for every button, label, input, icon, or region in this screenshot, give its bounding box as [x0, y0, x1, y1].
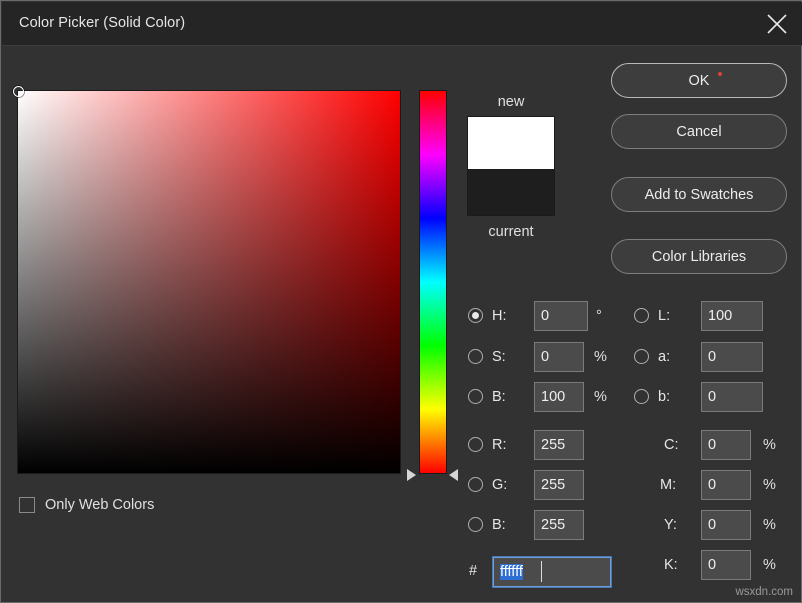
- ok-button[interactable]: OK: [611, 63, 787, 98]
- color-libraries-button[interactable]: Color Libraries: [611, 239, 787, 274]
- label-saturation: S:: [492, 349, 506, 365]
- radio-green[interactable]: [468, 477, 483, 492]
- input-brightness[interactable]: 100: [534, 382, 584, 412]
- only-web-colors-checkbox[interactable]: Only Web Colors: [19, 497, 154, 513]
- cancel-button[interactable]: Cancel: [611, 114, 787, 149]
- only-web-colors-label: Only Web Colors: [45, 497, 154, 513]
- unit-black: %: [763, 557, 776, 573]
- hex-value: ffffff: [500, 564, 523, 580]
- label-brightness: B:: [492, 389, 506, 405]
- input-yellow[interactable]: 0: [701, 510, 751, 540]
- hex-symbol: #: [469, 563, 477, 579]
- radio-red[interactable]: [468, 437, 483, 452]
- color-field[interactable]: [17, 90, 401, 474]
- input-cyan[interactable]: 0: [701, 430, 751, 460]
- label-lab-a: a:: [658, 349, 670, 365]
- unit-hue: °: [596, 308, 602, 324]
- input-lab-a[interactable]: 0: [701, 342, 763, 372]
- input-green[interactable]: 255: [534, 470, 584, 500]
- radio-brightness[interactable]: [468, 389, 483, 404]
- input-magenta[interactable]: 0: [701, 470, 751, 500]
- radio-saturation[interactable]: [468, 349, 483, 364]
- input-lab-b[interactable]: 0: [701, 382, 763, 412]
- new-color-label: new: [467, 94, 555, 110]
- color-field-marker[interactable]: [13, 86, 24, 97]
- label-black: K:: [664, 557, 678, 573]
- unit-saturation: %: [594, 349, 607, 365]
- radio-hue[interactable]: [468, 308, 483, 323]
- radio-lightness[interactable]: [634, 308, 649, 323]
- label-red: R:: [492, 437, 507, 453]
- unit-magenta: %: [763, 477, 776, 493]
- input-hue[interactable]: 0: [534, 301, 588, 331]
- unit-yellow: %: [763, 517, 776, 533]
- unit-brightness: %: [594, 389, 607, 405]
- color-field-brightness-layer: [18, 91, 400, 473]
- hex-input[interactable]: ffffff: [493, 557, 611, 587]
- page-title: Color Picker (Solid Color): [19, 15, 185, 31]
- hue-slider-handle-left[interactable]: [407, 469, 416, 481]
- checkbox-box: [19, 497, 35, 513]
- label-lightness: L:: [658, 308, 670, 324]
- label-green: G:: [492, 477, 507, 493]
- hue-slider-handle-right[interactable]: [449, 469, 458, 481]
- input-blue[interactable]: 255: [534, 510, 584, 540]
- label-hue: H:: [492, 308, 507, 324]
- input-saturation[interactable]: 0: [534, 342, 584, 372]
- radio-lab-b[interactable]: [634, 389, 649, 404]
- label-magenta: M:: [660, 477, 676, 493]
- unit-cyan: %: [763, 437, 776, 453]
- radio-lab-a[interactable]: [634, 349, 649, 364]
- hex-caret: [541, 561, 542, 582]
- input-lightness[interactable]: 100: [701, 301, 763, 331]
- new-color-swatch[interactable]: [467, 116, 555, 170]
- hue-gradient: [420, 91, 446, 473]
- label-lab-b: b:: [658, 389, 670, 405]
- current-color-swatch[interactable]: [467, 170, 555, 216]
- label-blue: B:: [492, 517, 506, 533]
- add-to-swatches-button[interactable]: Add to Swatches: [611, 177, 787, 212]
- watermark: wsxdn.com: [735, 586, 793, 598]
- close-button[interactable]: [754, 2, 800, 45]
- label-cyan: C:: [664, 437, 679, 453]
- input-red[interactable]: 255: [534, 430, 584, 460]
- input-black[interactable]: 0: [701, 550, 751, 580]
- label-yellow: Y:: [664, 517, 677, 533]
- hue-slider[interactable]: [419, 90, 447, 474]
- current-color-label: current: [467, 224, 555, 240]
- ok-modified-indicator: [718, 72, 722, 76]
- color-picker-dialog: Color Picker (Solid Color) Only Web Colo…: [0, 0, 802, 603]
- radio-blue[interactable]: [468, 517, 483, 532]
- titlebar: Color Picker (Solid Color): [2, 2, 802, 46]
